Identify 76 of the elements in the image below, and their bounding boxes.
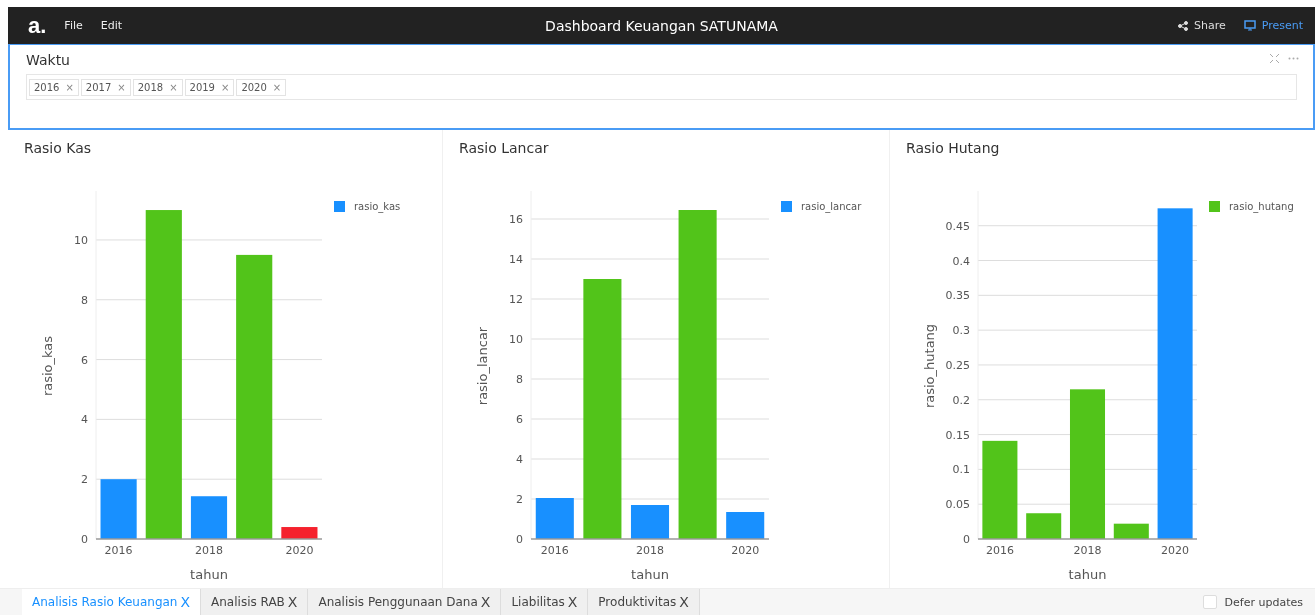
bar	[726, 512, 765, 539]
y-tick-label: 6	[516, 413, 523, 426]
x-axis-title: tahun	[1068, 567, 1107, 582]
checkbox-label: Defer updates	[1224, 595, 1303, 609]
y-tick-label: 0	[963, 533, 970, 546]
checkbox[interactable]	[1202, 595, 1217, 609]
y-tick-label: 0.3	[952, 324, 970, 338]
dashboard-title: Dashboard Keuangan SATUNAMA	[545, 17, 778, 34]
x-tick-label: 2018	[1073, 544, 1102, 557]
y-tick-label: 10	[74, 233, 88, 247]
y-tick-label: 14	[509, 253, 523, 266]
app-logo: a.	[28, 14, 47, 37]
share-icon	[1177, 20, 1188, 31]
menu-item[interactable]: File	[64, 19, 83, 32]
sheet-tab[interactable]: Liabilitas X	[501, 589, 589, 615]
bar	[535, 498, 574, 539]
y-tick-label: 0.05	[945, 498, 970, 512]
y-tick-label: 0.4	[952, 254, 970, 268]
filter-title: Waktu	[26, 52, 70, 68]
y-tick-label: 8	[81, 293, 88, 307]
monitor-icon	[1243, 20, 1256, 31]
x-tick-label: 2016	[540, 544, 569, 557]
y-tick-label: 0.1	[952, 463, 970, 477]
y-tick-label: 2	[81, 473, 88, 487]
bar	[1113, 523, 1149, 539]
y-tick-label: 8	[516, 373, 523, 386]
y-axis-title: rasio_kas	[40, 335, 55, 397]
y-tick-label: 0.25	[945, 358, 970, 372]
y-tick-label: 10	[509, 333, 523, 346]
y-tick-label: 0.45	[945, 219, 970, 233]
y-tick-label: 0	[516, 533, 523, 546]
chart-title: Rasio Lancar	[459, 140, 549, 156]
x-tick-label: 2016	[104, 544, 133, 557]
y-tick-label: 2	[516, 493, 523, 506]
y-tick-label: 16	[509, 213, 523, 226]
filter-chip[interactable]: 2018 ×	[132, 78, 183, 96]
x-tick-label: 2020	[1161, 544, 1190, 557]
y-axis-title: rasio_lancar	[475, 326, 490, 406]
sheet-tab[interactable]: Produktivitas X	[588, 589, 700, 615]
legend-label: rasio_kas	[354, 201, 401, 212]
legend-label: rasio_hutang	[1229, 201, 1294, 212]
share-button[interactable]: Share	[1177, 19, 1226, 32]
x-tick-label: 2018	[195, 544, 223, 557]
chart-title: Rasio Kas	[24, 140, 91, 156]
sheet-tab[interactable]: Analisis RAB X	[201, 589, 309, 615]
x-tick-label: 2018	[636, 544, 664, 557]
filter-chip[interactable]: 2017 ×	[80, 78, 131, 96]
x-tick-label: 2016	[985, 544, 1014, 557]
y-tick-label: 0.2	[952, 393, 970, 407]
bar	[630, 505, 670, 539]
y-tick-label: 6	[81, 353, 88, 367]
bar	[1026, 513, 1062, 539]
y-tick-label: 0	[81, 533, 88, 546]
y-tick-label: 4	[81, 413, 88, 427]
bar	[100, 479, 137, 539]
x-tick-label: 2020	[285, 544, 314, 557]
y-tick-label: 4	[516, 453, 523, 466]
chart-title: Rasio Hutang	[906, 140, 1000, 156]
y-axis-title: rasio_hutang	[922, 323, 937, 409]
filter-chip[interactable]: 2016 ×	[29, 78, 79, 96]
present-button[interactable]: Present	[1243, 19, 1303, 32]
y-tick-label: 0.15	[945, 428, 970, 442]
filter-chip[interactable]: 2019 ×	[184, 78, 235, 96]
menu-item[interactable]: Edit	[100, 19, 123, 32]
sheet-tab[interactable]: Analisis Penggunaan Dana X	[308, 589, 502, 615]
y-tick-label: 12	[509, 293, 523, 306]
x-axis-title: tahun	[190, 567, 228, 582]
filter-chip[interactable]: 2020 ×	[236, 78, 287, 96]
y-tick-label: 0.35	[945, 289, 970, 303]
x-axis-title: tahun	[631, 567, 669, 582]
bar	[190, 496, 228, 539]
legend-label: rasio_lancar	[801, 201, 862, 212]
expand-icon[interactable]	[1269, 53, 1280, 64]
bar	[281, 527, 318, 539]
x-tick-label: 2020	[731, 544, 760, 557]
multi-select-field[interactable]: 2016 × 2017 × 2018 × 2019 × 2020 ×	[26, 74, 1297, 100]
